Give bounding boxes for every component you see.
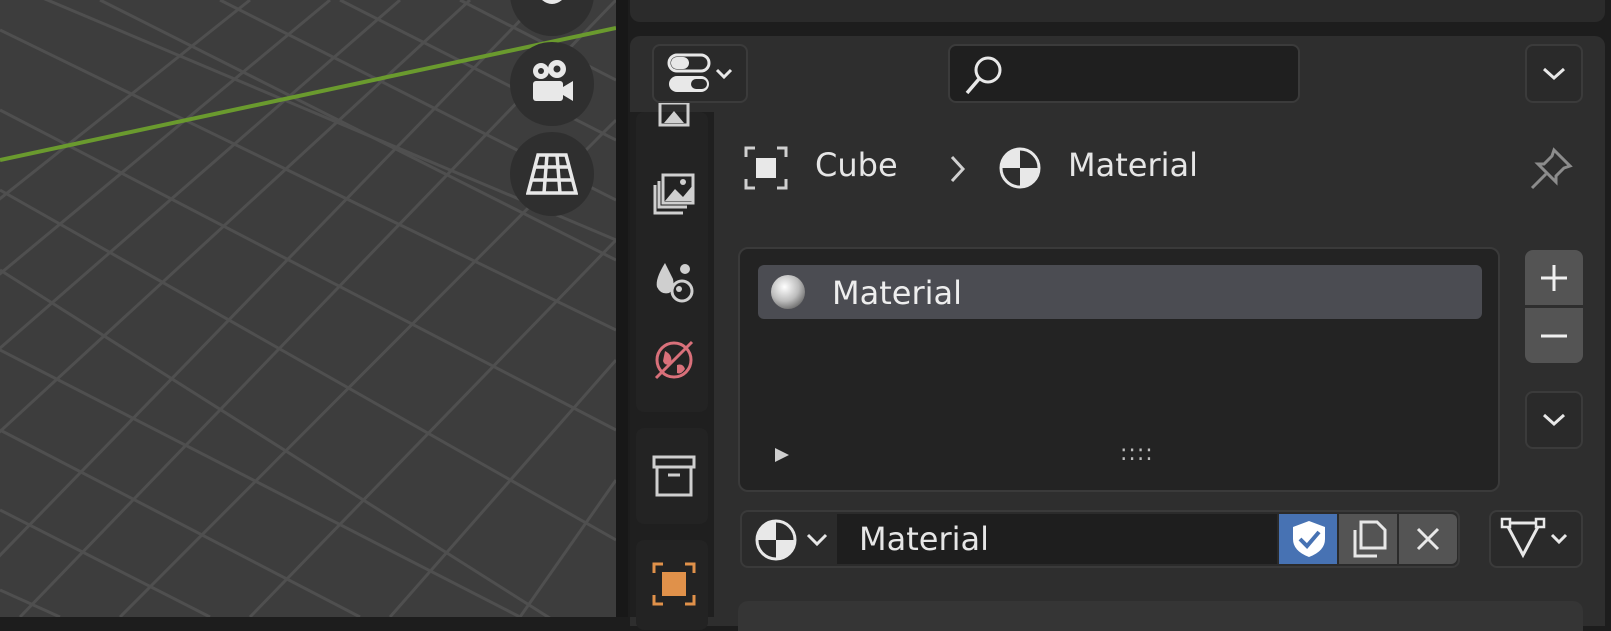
duplicate-icon bbox=[1353, 520, 1387, 558]
upper-editor-panel bbox=[630, 0, 1605, 22]
unlink-material-button[interactable] bbox=[1399, 514, 1457, 564]
tab-output[interactable] bbox=[650, 170, 698, 218]
search-icon bbox=[965, 56, 1002, 95]
add-slot-button[interactable] bbox=[1525, 250, 1583, 305]
object-icon bbox=[652, 562, 696, 606]
material-icon bbox=[755, 519, 797, 561]
list-resize-grip[interactable]: :::: bbox=[1120, 441, 1154, 466]
slot-label: Material bbox=[832, 274, 962, 312]
tab-world[interactable] bbox=[650, 336, 698, 384]
material-sphere-icon bbox=[771, 275, 805, 309]
minus-icon bbox=[1541, 334, 1567, 337]
next-panel-header[interactable] bbox=[738, 601, 1583, 631]
browse-material-button[interactable] bbox=[752, 516, 832, 564]
render-icon bbox=[658, 103, 690, 127]
slot-specials-menu-button[interactable] bbox=[1525, 391, 1583, 449]
toggle-editor-icon bbox=[667, 53, 733, 92]
fake-user-toggle[interactable] bbox=[1279, 514, 1337, 564]
world-icon bbox=[654, 340, 694, 380]
options-menu-button[interactable] bbox=[1525, 44, 1583, 103]
properties-search-field[interactable] bbox=[948, 44, 1300, 103]
tab-collection[interactable] bbox=[650, 452, 698, 500]
material-slot-list[interactable]: Material :::: bbox=[738, 247, 1500, 492]
breadcrumb-material-name: Material bbox=[1068, 146, 1198, 184]
material-name-text: Material bbox=[859, 520, 989, 558]
play-triangle-icon[interactable] bbox=[772, 445, 792, 465]
plus-icon bbox=[1541, 264, 1567, 291]
camera-icon[interactable] bbox=[510, 42, 594, 126]
perspective-grid-icon[interactable] bbox=[510, 132, 594, 216]
search-input[interactable] bbox=[1010, 56, 1284, 92]
tab-object[interactable] bbox=[650, 560, 698, 608]
material-icon bbox=[999, 147, 1041, 189]
properties-tabs bbox=[630, 103, 714, 630]
3d-viewport[interactable] bbox=[0, 0, 616, 617]
view-layer-icon bbox=[656, 263, 694, 303]
tab-view-layer[interactable] bbox=[650, 258, 698, 306]
shield-check-icon bbox=[1293, 521, 1325, 557]
chevron-down-icon bbox=[806, 533, 828, 547]
chevron-down-icon bbox=[1542, 67, 1566, 80]
remove-slot-button[interactable] bbox=[1525, 308, 1583, 363]
area-separator[interactable] bbox=[616, 0, 628, 617]
tab-render[interactable] bbox=[650, 94, 698, 142]
breadcrumb-object-name: Cube bbox=[815, 146, 898, 184]
list-item[interactable]: Material bbox=[758, 265, 1482, 319]
object-data-icon bbox=[744, 146, 788, 190]
output-icon bbox=[653, 173, 695, 215]
chevron-right-icon bbox=[950, 155, 966, 183]
link-type-button[interactable] bbox=[1489, 510, 1583, 568]
material-datablock-field: Material bbox=[740, 510, 1460, 568]
collection-icon bbox=[652, 455, 696, 497]
chevron-down-icon bbox=[1542, 413, 1566, 427]
mesh-data-icon bbox=[1500, 517, 1568, 559]
pin-icon[interactable] bbox=[1528, 146, 1574, 192]
material-name-input[interactable]: Material bbox=[837, 514, 1277, 564]
duplicate-material-button[interactable] bbox=[1339, 514, 1397, 564]
close-icon bbox=[1416, 527, 1440, 551]
